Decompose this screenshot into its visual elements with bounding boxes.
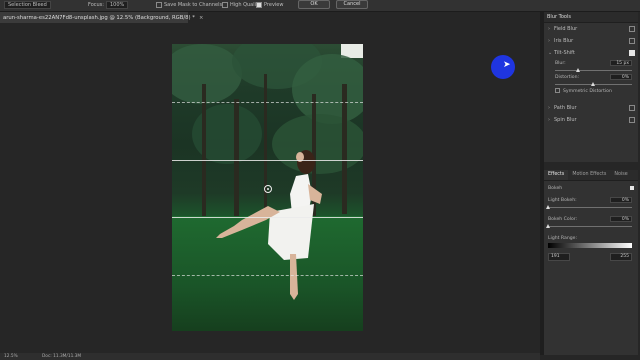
field-blur-checkbox[interactable]: [629, 26, 635, 32]
iris-blur-label: Iris Blur: [554, 38, 574, 44]
path-blur-checkbox[interactable]: [629, 105, 635, 111]
selection-bleed-field[interactable]: Selection Bleed: [4, 0, 51, 10]
bokeh-color-label: Bokeh Color:: [548, 217, 578, 222]
tilt-shift-focus-line[interactable]: [172, 217, 363, 218]
photo-canvas[interactable]: [172, 44, 363, 331]
bokeh-row[interactable]: Bokeh: [544, 184, 638, 193]
tilt-shift-row[interactable]: ⌄ Tilt-Shift: [544, 47, 638, 59]
path-blur-row[interactable]: › Path Blur: [544, 102, 638, 114]
checkbox-icon: [256, 2, 262, 8]
blur-tools-title: Blur Tools: [544, 12, 638, 23]
blur-control: Blur: 15 px: [544, 59, 638, 68]
iris-blur-row[interactable]: › Iris Blur: [544, 35, 638, 47]
light-bokeh-label: Light Bokeh:: [548, 198, 577, 203]
bokeh-color-value[interactable]: 0%: [610, 216, 632, 222]
light-range-values: 191 255: [544, 252, 638, 262]
light-bokeh-slider[interactable]: [545, 205, 632, 210]
chevron-down-icon[interactable]: ⌄: [548, 47, 552, 59]
bokeh-color-slider[interactable]: [545, 224, 632, 229]
distortion-label: Distortion:: [555, 75, 580, 80]
light-bokeh-slider-thumb[interactable]: [545, 205, 550, 209]
blur-label: Blur:: [555, 61, 566, 66]
tilt-shift-outer-line[interactable]: [172, 275, 363, 276]
chevron-right-icon[interactable]: ›: [548, 35, 550, 47]
focus-value[interactable]: 100%: [105, 1, 129, 9]
zoom-level[interactable]: 12.5%: [4, 353, 18, 360]
cancel-button[interactable]: Cancel: [336, 0, 368, 9]
iris-blur-checkbox[interactable]: [629, 38, 635, 44]
save-mask-label: Save Mask to Channels: [164, 2, 223, 8]
tilt-shift-label: Tilt-Shift: [554, 50, 575, 56]
document-title: arun-sharma-es22AN7Fd8-unsplash.jpg @ 12…: [3, 14, 195, 21]
symmetric-distortion-checkbox[interactable]: [555, 88, 560, 93]
spin-blur-checkbox[interactable]: [629, 117, 635, 123]
pointer-cursor-icon: ➤: [503, 60, 511, 70]
light-range-high[interactable]: 255: [610, 253, 632, 261]
spin-blur-row[interactable]: › Spin Blur: [544, 114, 638, 126]
light-range-low[interactable]: 191: [548, 253, 570, 261]
selection-bleed-label: Selection Bleed: [4, 1, 51, 9]
light-range-label: Light Range:: [548, 236, 578, 241]
tab-noise[interactable]: Noise: [610, 170, 631, 180]
tab-effects[interactable]: Effects: [544, 170, 569, 180]
checkbox-icon: [156, 2, 162, 8]
slider-track: [548, 207, 632, 208]
slider-track: [548, 226, 632, 227]
checkbox-icon: [222, 2, 228, 8]
light-bokeh-control: Light Bokeh: 0%: [544, 196, 638, 205]
slider-track: [555, 70, 632, 71]
tab-motion-effects[interactable]: Motion Effects: [568, 170, 610, 180]
field-blur-label: Field Blur: [554, 26, 578, 32]
distortion-control: Distortion: 0%: [544, 73, 638, 82]
field-blur-row[interactable]: › Field Blur: [544, 23, 638, 35]
tilt-shift-outer-line[interactable]: [172, 102, 363, 103]
path-blur-label: Path Blur: [554, 105, 577, 111]
blur-value[interactable]: 15 px: [610, 60, 632, 66]
status-bar: 12.5% Doc: 11.3M/11.3M: [0, 353, 540, 360]
chevron-right-icon[interactable]: ›: [548, 102, 550, 114]
distortion-value[interactable]: 0%: [610, 74, 632, 80]
preview-checkbox[interactable]: Preview: [256, 0, 283, 10]
blur-pin-icon[interactable]: [264, 185, 272, 193]
doc-size: Doc: 11.3M/11.3M: [42, 354, 82, 359]
symmetric-distortion-label: Symmetric Distortion: [563, 89, 612, 94]
spin-blur-label: Spin Blur: [554, 117, 577, 123]
tilt-shift-focus-line[interactable]: [172, 160, 363, 161]
effects-panel: Effects Motion Effects Noise Bokeh Light…: [544, 170, 638, 355]
light-bokeh-value[interactable]: 0%: [610, 197, 632, 203]
standing-leg-shape: [290, 254, 298, 300]
tilt-shift-checkbox[interactable]: [629, 50, 635, 56]
document-tab[interactable]: arun-sharma-es22AN7Fd8-unsplash.jpg @ 12…: [0, 12, 203, 23]
save-mask-checkbox[interactable]: Save Mask to Channels: [156, 0, 222, 10]
preview-label: Preview: [264, 2, 284, 8]
blur-tools-panel: Blur Tools › Field Blur › Iris Blur ⌄ Ti…: [544, 12, 638, 162]
bokeh-label: Bokeh: [548, 186, 563, 191]
bokeh-color-control: Bokeh Color: 0%: [544, 215, 638, 224]
symmetric-distortion-row[interactable]: Symmetric Distortion: [544, 87, 638, 96]
document-tab-bar: arun-sharma-es22AN7Fd8-unsplash.jpg @ 12…: [0, 12, 540, 23]
focus-field[interactable]: Focus: 100%: [88, 0, 129, 10]
light-range-gradient[interactable]: [548, 243, 632, 248]
blur-slider-thumb[interactable]: [575, 68, 580, 72]
distortion-slider-thumb[interactable]: [591, 82, 595, 86]
close-icon[interactable]: ×: [199, 15, 203, 21]
bokeh-color-slider-thumb[interactable]: [545, 224, 550, 228]
chevron-right-icon[interactable]: ›: [548, 114, 550, 126]
focus-label: Focus:: [88, 2, 104, 8]
options-bar: Selection Bleed Focus: 100% Save Mask to…: [0, 0, 640, 12]
ok-button[interactable]: OK: [298, 0, 330, 9]
effects-tabs: Effects Motion Effects Noise: [544, 170, 638, 181]
bokeh-checkbox[interactable]: [630, 186, 634, 190]
chevron-right-icon[interactable]: ›: [548, 23, 550, 35]
